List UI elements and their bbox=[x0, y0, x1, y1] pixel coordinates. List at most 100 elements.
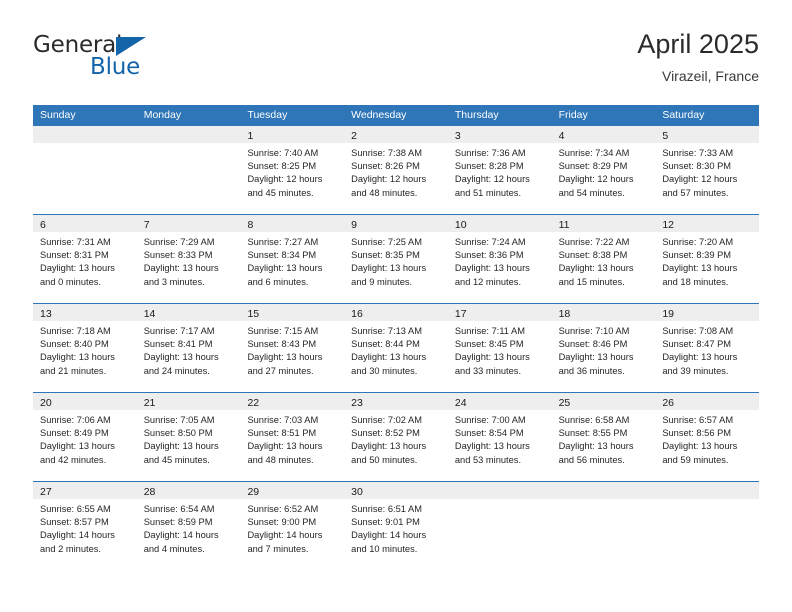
day-cell[interactable]: 19 Sunrise: 7:08 AM Sunset: 8:47 PM Dayligh… bbox=[655, 304, 760, 392]
day-cell-empty bbox=[447, 482, 552, 570]
day-cell[interactable]: 24 Sunrise: 7:00 AM Sunset: 8:54 PM Dayligh… bbox=[447, 393, 552, 481]
day-cell[interactable]: 9 Sunrise: 7:25 AM Sunset: 8:35 PM Daylight… bbox=[344, 215, 448, 303]
day-cell[interactable]: 4 Sunrise: 7:34 AM Sunset: 8:29 PM Daylight… bbox=[551, 126, 656, 214]
sunrise-text: Sunrise: 7:40 AM bbox=[247, 148, 319, 158]
day-number-band: 7 bbox=[136, 215, 241, 232]
day-details: Sunrise: 7:33 AM Sunset: 8:30 PM Daylight:… bbox=[655, 143, 759, 200]
sunset-text: Sunset: 8:46 PM bbox=[558, 339, 628, 350]
day-cell[interactable]: 14 Sunrise: 7:17 AM Sunset: 8:41 PM Dayligh… bbox=[136, 304, 241, 392]
day-number: 6 bbox=[40, 219, 46, 231]
daylight-text-line1: Daylight: 13 hours bbox=[247, 441, 323, 452]
day-details: Sunrise: 7:08 AM Sunset: 8:47 PM Daylight:… bbox=[655, 321, 759, 378]
day-cell[interactable]: 21 Sunrise: 7:05 AM Sunset: 8:50 PM Dayligh… bbox=[136, 393, 241, 481]
day-details: Sunrise: 7:38 AM Sunset: 8:26 PM Daylight:… bbox=[344, 143, 448, 200]
day-number-band: 15 bbox=[240, 304, 345, 321]
day-cell[interactable]: 7 Sunrise: 7:29 AM Sunset: 8:33 PM Daylight… bbox=[136, 215, 241, 303]
daylight-text-line2: and 48 minutes. bbox=[247, 454, 314, 465]
day-cell[interactable]: 26 Sunrise: 6:57 AM Sunset: 8:56 PM Dayligh… bbox=[655, 393, 760, 481]
day-cell[interactable]: 11 Sunrise: 7:22 AM Sunset: 8:38 PM Dayligh… bbox=[551, 215, 656, 303]
daylight-text-line2: and 0 minutes. bbox=[40, 276, 101, 287]
daylight-text-line1: Daylight: 12 hours bbox=[351, 174, 427, 185]
day-details: Sunrise: 7:31 AM Sunset: 8:31 PM Daylight:… bbox=[33, 232, 137, 289]
daylight-text-line2: and 57 minutes. bbox=[662, 187, 729, 198]
weekday-header-monday: Monday bbox=[143, 109, 182, 121]
day-cell[interactable]: 29 Sunrise: 6:52 AM Sunset: 9:00 PM Dayligh… bbox=[240, 482, 345, 570]
day-number-band: 17 bbox=[447, 304, 552, 321]
sunset-text: Sunset: 9:01 PM bbox=[351, 517, 420, 528]
sunset-text: Sunset: 8:30 PM bbox=[662, 161, 732, 172]
daylight-text-line1: Daylight: 13 hours bbox=[662, 263, 738, 274]
day-cell[interactable]: 10 Sunrise: 7:24 AM Sunset: 8:36 PM Dayligh… bbox=[447, 215, 552, 303]
day-number: 15 bbox=[247, 308, 260, 320]
day-cell[interactable]: 8 Sunrise: 7:27 AM Sunset: 8:34 PM Daylight… bbox=[240, 215, 345, 303]
daylight-text-line1: Daylight: 13 hours bbox=[40, 352, 115, 363]
day-cell[interactable]: 27 Sunrise: 6:55 AM Sunset: 8:57 PM Dayligh… bbox=[33, 482, 137, 570]
week-row: 1 Sunrise: 7:40 AM Sunset: 8:25 PM Daylight… bbox=[33, 126, 760, 214]
day-cell[interactable]: 18 Sunrise: 7:10 AM Sunset: 8:46 PM Dayligh… bbox=[551, 304, 656, 392]
day-cell[interactable]: 25 Sunrise: 6:58 AM Sunset: 8:55 PM Dayligh… bbox=[551, 393, 656, 481]
day-number-band bbox=[551, 482, 656, 499]
sunrise-text: Sunrise: 7:25 AM bbox=[351, 237, 422, 247]
sunset-text: Sunset: 8:52 PM bbox=[351, 428, 420, 439]
sunrise-text: Sunrise: 7:27 AM bbox=[247, 237, 319, 247]
day-cell[interactable]: 13 Sunrise: 7:18 AM Sunset: 8:40 PM Dayligh… bbox=[33, 304, 137, 392]
day-number-band: 9 bbox=[344, 215, 448, 232]
sunset-text: Sunset: 8:38 PM bbox=[558, 250, 628, 261]
day-details: Sunrise: 7:02 AM Sunset: 8:52 PM Daylight:… bbox=[344, 410, 448, 467]
day-cell[interactable]: 30 Sunrise: 6:51 AM Sunset: 9:01 PM Dayligh… bbox=[344, 482, 448, 570]
day-cell[interactable]: 16 Sunrise: 7:13 AM Sunset: 8:44 PM Dayligh… bbox=[344, 304, 448, 392]
general-blue-logo[interactable]: General Blue bbox=[33, 32, 163, 88]
day-number: 23 bbox=[351, 397, 363, 409]
day-number-band: 19 bbox=[655, 304, 760, 321]
daylight-text-line1: Daylight: 13 hours bbox=[143, 352, 219, 363]
daylight-text-line2: and 45 minutes. bbox=[143, 454, 210, 465]
daylight-text-line2: and 3 minutes. bbox=[143, 276, 205, 287]
daylight-text-line1: Daylight: 13 hours bbox=[40, 263, 115, 274]
day-cell-empty bbox=[33, 126, 137, 214]
day-cell[interactable]: 2 Sunrise: 7:38 AM Sunset: 8:26 PM Daylight… bbox=[344, 126, 448, 214]
daylight-text-line1: Daylight: 13 hours bbox=[247, 263, 323, 274]
sunset-text: Sunset: 8:35 PM bbox=[351, 250, 420, 261]
weekday-header-row: Sunday Monday Tuesday Wednesday Thursday Frid… bbox=[33, 105, 759, 126]
daylight-text-line2: and 9 minutes. bbox=[351, 276, 413, 287]
day-number-band: 4 bbox=[551, 126, 656, 143]
sunrise-text: Sunrise: 7:36 AM bbox=[454, 148, 526, 158]
day-cell[interactable]: 12 Sunrise: 7:20 AM Sunset: 8:39 PM Dayligh… bbox=[655, 215, 760, 303]
daylight-text-line1: Daylight: 13 hours bbox=[454, 441, 530, 452]
week-row: 27 Sunrise: 6:55 AM Sunset: 8:57 PM Dayligh… bbox=[33, 481, 760, 570]
sunset-text: Sunset: 8:31 PM bbox=[40, 250, 109, 261]
day-cell[interactable]: 23 Sunrise: 7:02 AM Sunset: 8:52 PM Dayligh… bbox=[344, 393, 448, 481]
day-details: Sunrise: 7:00 AM Sunset: 8:54 PM Daylight:… bbox=[448, 410, 552, 467]
day-number: 22 bbox=[247, 397, 260, 409]
day-cell[interactable]: 22 Sunrise: 7:03 AM Sunset: 8:51 PM Dayligh… bbox=[240, 393, 345, 481]
day-number: 10 bbox=[454, 219, 467, 231]
day-cell[interactable]: 28 Sunrise: 6:54 AM Sunset: 8:59 PM Dayligh… bbox=[136, 482, 241, 570]
day-cell[interactable]: 20 Sunrise: 7:06 AM Sunset: 8:49 PM Dayligh… bbox=[33, 393, 137, 481]
day-number: 24 bbox=[454, 397, 467, 409]
sunrise-text: Sunrise: 7:06 AM bbox=[40, 415, 111, 425]
logo-text-blue: Blue bbox=[90, 54, 141, 80]
page-header: General Blue April 2025 Virazeil, France bbox=[33, 28, 759, 100]
day-cell[interactable]: 5 Sunrise: 7:33 AM Sunset: 8:30 PM Daylight… bbox=[655, 126, 760, 214]
day-details: Sunrise: 6:54 AM Sunset: 8:59 PM Daylight:… bbox=[137, 499, 241, 556]
day-cell[interactable]: 17 Sunrise: 7:11 AM Sunset: 8:45 PM Dayligh… bbox=[447, 304, 552, 392]
weekday-header-friday: Friday bbox=[558, 109, 588, 121]
day-number-band bbox=[447, 482, 552, 499]
sunrise-text: Sunrise: 7:20 AM bbox=[662, 237, 734, 247]
day-details: Sunrise: 7:17 AM Sunset: 8:41 PM Daylight:… bbox=[137, 321, 241, 378]
day-cell[interactable]: 1 Sunrise: 7:40 AM Sunset: 8:25 PM Daylight… bbox=[240, 126, 345, 214]
day-cell[interactable]: 3 Sunrise: 7:36 AM Sunset: 8:28 PM Daylight… bbox=[447, 126, 552, 214]
sunset-text: Sunset: 8:56 PM bbox=[662, 428, 732, 439]
day-cell[interactable]: 6 Sunrise: 7:31 AM Sunset: 8:31 PM Daylight… bbox=[33, 215, 137, 303]
day-number: 19 bbox=[662, 308, 674, 320]
day-number-band: 22 bbox=[240, 393, 345, 410]
day-details: Sunrise: 6:55 AM Sunset: 8:57 PM Daylight:… bbox=[33, 499, 137, 556]
daylight-text-line2: and 50 minutes. bbox=[351, 454, 418, 465]
sunrise-text: Sunrise: 6:52 AM bbox=[247, 504, 319, 514]
day-details: Sunrise: 7:15 AM Sunset: 8:43 PM Daylight:… bbox=[240, 321, 344, 378]
day-number: 25 bbox=[558, 397, 571, 409]
sunrise-text: Sunrise: 7:03 AM bbox=[247, 415, 319, 425]
day-cell[interactable]: 15 Sunrise: 7:15 AM Sunset: 8:43 PM Dayligh… bbox=[240, 304, 345, 392]
sunset-text: Sunset: 8:33 PM bbox=[143, 250, 213, 261]
daylight-text-line1: Daylight: 12 hours bbox=[247, 174, 323, 185]
